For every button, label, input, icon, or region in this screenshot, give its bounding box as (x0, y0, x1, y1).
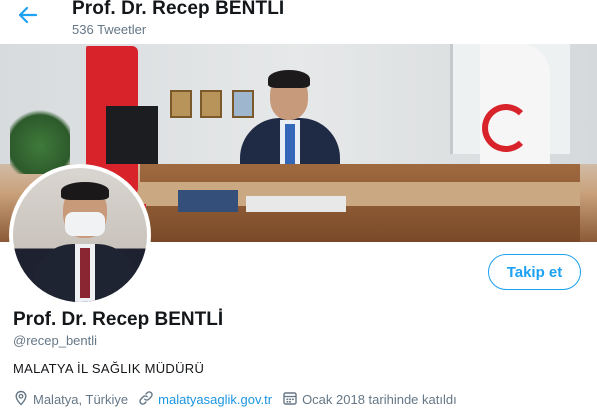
joined-text: Ocak 2018 tarihinde katıldı (302, 392, 457, 407)
website-item: malatyasaglik.gov.tr (138, 390, 272, 409)
arrow-left-icon (18, 6, 38, 29)
location-pin-icon (13, 390, 33, 409)
joined-item: Ocak 2018 tarihinde katıldı (282, 390, 457, 409)
avatar-photo (13, 168, 147, 302)
header-title: Prof. Dr. Recep BENTLİ (72, 0, 285, 19)
profile-name: Prof. Dr. Recep BENTLİ (13, 309, 224, 330)
header-title-block: Prof. Dr. Recep BENTLİ 536 Tweetler (72, 0, 284, 37)
profile-bio: MALATYA İL SAĞLIK MÜDÜRÜ (13, 361, 205, 376)
website-link[interactable]: malatyasaglik.gov.tr (158, 392, 272, 407)
follow-button[interactable]: Takip et (488, 254, 581, 290)
back-button[interactable] (12, 4, 44, 30)
link-icon (138, 390, 158, 409)
tweet-count: 536 Tweetler (72, 22, 147, 37)
profile-handle: @recep_bentli (13, 333, 98, 348)
avatar[interactable] (9, 164, 151, 306)
profile-header: Prof. Dr. Recep BENTLİ 536 Tweetler (0, 0, 597, 44)
profile-meta: Malatya, Türkiye malatyasaglik.gov.tr Oc… (13, 390, 467, 409)
location-item: Malatya, Türkiye (13, 390, 128, 409)
calendar-icon (282, 390, 302, 409)
location-text: Malatya, Türkiye (33, 392, 129, 407)
